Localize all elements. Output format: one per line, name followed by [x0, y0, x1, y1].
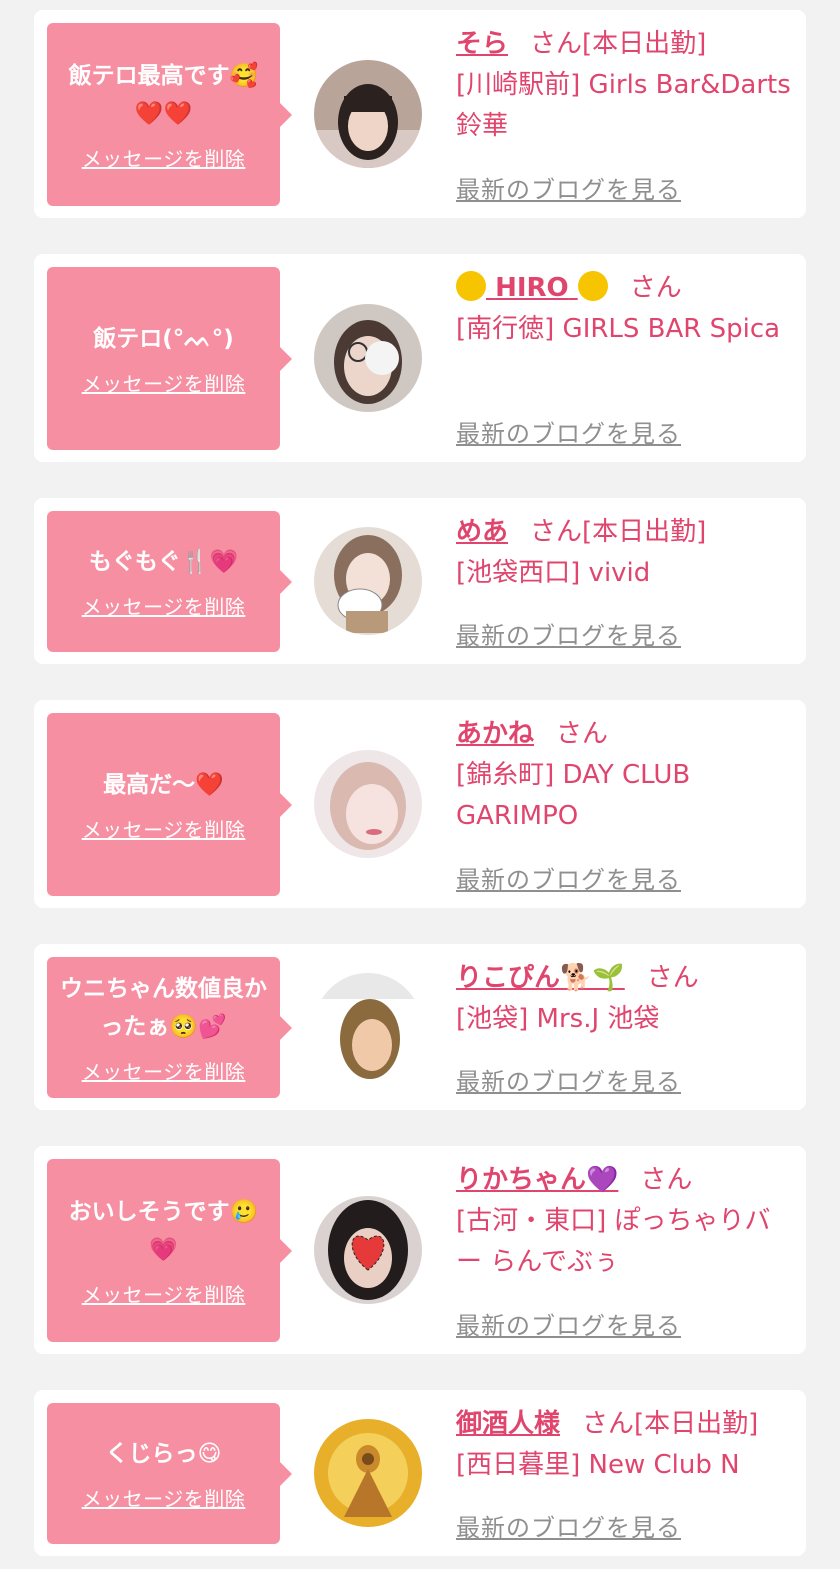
attendance-status: [本日出勤]	[634, 1409, 759, 1439]
honorific: さん	[582, 1409, 635, 1439]
message-list: 飯テロ最高です🥰❤️❤️ メッセージを削除 そら さん[本日出勤] [川崎駅前] …	[0, 0, 840, 1569]
hostess-info: あかね さん [錦糸町] DAY CLUB GARIMPO	[456, 714, 796, 837]
avatar[interactable]	[314, 750, 422, 858]
message-text: もぐもぐ🍴💗	[88, 549, 239, 575]
avatar[interactable]	[314, 527, 422, 635]
message-bubble: 最高だ〜❤️ メッセージを削除	[47, 713, 292, 896]
message-text: 飯テロ(°ᨓ°)	[93, 326, 234, 352]
list-item: おいしそうです🥲💗 メッセージを削除 りかちゃん💜 さん [古河・東口] ぽっちゃ…	[34, 1146, 806, 1354]
delete-message-link[interactable]: メッセージを削除	[82, 1056, 246, 1085]
list-item: くじらっ😋 メッセージを削除 御酒人様 さん[本日出勤] [西日暮里] New C…	[34, 1390, 806, 1556]
hostess-info: りかちゃん💜 さん [古河・東口] ぽっちゃりバー らんでぶぅ	[456, 1160, 796, 1283]
avatar[interactable]	[314, 304, 422, 412]
message-text: おいしそうです🥲💗	[68, 1199, 259, 1263]
avatar[interactable]	[314, 60, 422, 168]
yellow-circle-icon	[577, 271, 608, 301]
shop-label: [川崎駅前] Girls Bar&Darts 鈴華	[456, 70, 791, 141]
shop-label: [池袋] Mrs.J 池袋	[456, 1004, 660, 1034]
list-item: ウニちゃん数値良かったぁ🥺💕 メッセージを削除 りこぴん🐕🌱 さん [池袋] Mr…	[34, 944, 806, 1110]
shop-label: [池袋西口] vivid	[456, 558, 651, 588]
blog-link[interactable]: 最新のブログを見る	[456, 1306, 681, 1341]
list-item: 飯テロ(°ᨓ°) メッセージを削除 HIRO さん [南行徳] GIRLS BA…	[34, 254, 806, 462]
hostess-info: 御酒人様 さん[本日出勤] [西日暮里] New Club N	[456, 1404, 796, 1486]
hostess-name-link[interactable]: そら	[456, 29, 508, 59]
message-text: 最高だ〜❤️	[103, 772, 224, 798]
delete-message-link[interactable]: メッセージを削除	[82, 368, 246, 397]
hostess-info: めあ さん[本日出勤] [池袋西口] vivid	[456, 512, 796, 594]
shop-label: [西日暮里] New Club N	[456, 1450, 740, 1480]
blog-link[interactable]: 最新のブログを見る	[456, 1508, 681, 1543]
honorific: さん	[640, 1165, 693, 1195]
blog-link[interactable]: 最新のブログを見る	[456, 860, 681, 895]
message-text: くじらっ😋	[105, 1441, 222, 1467]
blog-link[interactable]: 最新のブログを見る	[456, 616, 681, 651]
shop-label: [錦糸町] DAY CLUB GARIMPO	[456, 760, 691, 831]
delete-message-link[interactable]: メッセージを削除	[82, 1279, 246, 1308]
avatar[interactable]	[314, 1196, 422, 1304]
hostess-name-link[interactable]: りかちゃん💜	[456, 1165, 618, 1195]
hostess-name-link[interactable]: あかね	[456, 719, 534, 749]
message-bubble: 飯テロ最高です🥰❤️❤️ メッセージを削除	[47, 23, 292, 206]
hostess-info: HIRO さん [南行徳] GIRLS BAR Spica	[456, 268, 796, 350]
delete-message-link[interactable]: メッセージを削除	[82, 1483, 246, 1512]
list-item: 飯テロ最高です🥰❤️❤️ メッセージを削除 そら さん[本日出勤] [川崎駅前] …	[34, 10, 806, 218]
delete-message-link[interactable]: メッセージを削除	[82, 591, 246, 620]
hostess-info: そら さん[本日出勤] [川崎駅前] Girls Bar&Darts 鈴華	[456, 24, 796, 147]
honorific: さん	[629, 273, 682, 303]
yellow-circle-icon	[456, 271, 486, 301]
hostess-name-link[interactable]: HIRO	[456, 271, 608, 303]
avatar[interactable]	[314, 973, 422, 1081]
hostess-name-link[interactable]: りこぴん🐕🌱	[456, 963, 625, 993]
honorific: さん	[556, 719, 609, 749]
message-bubble: ウニちゃん数値良かったぁ🥺💕 メッセージを削除	[47, 957, 292, 1098]
shop-label: [古河・東口] ぽっちゃりバー らんでぶぅ	[456, 1206, 771, 1277]
hostess-name-link[interactable]: めあ	[456, 517, 508, 547]
delete-message-link[interactable]: メッセージを削除	[82, 143, 246, 172]
delete-message-link[interactable]: メッセージを削除	[82, 814, 246, 843]
message-text: 飯テロ最高です🥰❤️❤️	[68, 63, 259, 127]
message-bubble: 飯テロ(°ᨓ°) メッセージを削除	[47, 267, 292, 450]
attendance-status: [本日出勤]	[582, 29, 707, 59]
list-item: 最高だ〜❤️ メッセージを削除 あかね さん [錦糸町] DAY CLUB GAR…	[34, 700, 806, 908]
message-text: ウニちゃん数値良かったぁ🥺💕	[60, 976, 267, 1040]
blog-link[interactable]: 最新のブログを見る	[456, 1062, 681, 1097]
hostess-name-link[interactable]: 御酒人様	[456, 1409, 560, 1439]
blog-link[interactable]: 最新のブログを見る	[456, 414, 681, 449]
avatar[interactable]	[314, 1419, 422, 1527]
message-bubble: おいしそうです🥲💗 メッセージを削除	[47, 1159, 292, 1342]
attendance-status: [本日出勤]	[582, 517, 707, 547]
honorific: さん	[646, 963, 699, 993]
message-bubble: もぐもぐ🍴💗 メッセージを削除	[47, 511, 292, 652]
shop-label: [南行徳] GIRLS BAR Spica	[456, 314, 781, 344]
honorific: さん	[530, 517, 583, 547]
blog-link[interactable]: 最新のブログを見る	[456, 170, 681, 205]
message-bubble: くじらっ😋 メッセージを削除	[47, 1403, 292, 1544]
hostess-info: りこぴん🐕🌱 さん [池袋] Mrs.J 池袋	[456, 958, 796, 1040]
list-item: もぐもぐ🍴💗 メッセージを削除 めあ さん[本日出勤] [池袋西口] vivid …	[34, 498, 806, 664]
honorific: さん	[530, 29, 583, 59]
